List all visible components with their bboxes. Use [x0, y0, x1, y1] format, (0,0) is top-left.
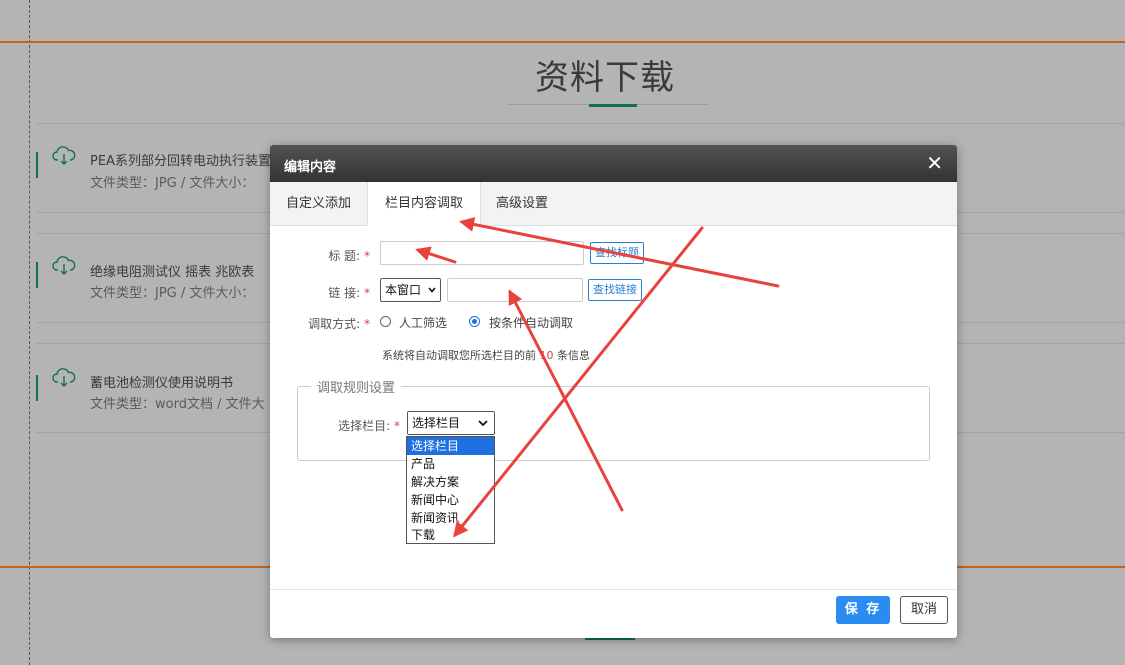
- mode-label-text: 调取方式:: [308, 317, 361, 331]
- column-field-label: 选择栏目: *: [320, 417, 400, 434]
- fetch-info-count: 10: [539, 349, 554, 362]
- tab-column-content[interactable]: 栏目内容调取: [367, 182, 481, 226]
- save-button[interactable]: 保 存: [836, 596, 890, 624]
- link-label-text: 链 接:: [328, 286, 361, 300]
- column-option[interactable]: 下载: [407, 526, 494, 544]
- tab-custom-add[interactable]: 自定义添加: [270, 182, 367, 225]
- fetch-rules-legend: 调取规则设置: [311, 377, 402, 396]
- download-item-meta: 文件类型：JPG / 文件大小：: [90, 286, 255, 301]
- chevron-down-icon: [478, 420, 488, 427]
- row-accent-bar: [36, 375, 38, 401]
- required-mark: *: [364, 317, 370, 331]
- required-mark: *: [364, 286, 370, 300]
- download-item-title[interactable]: PEA系列部分回转电动执行装置: [90, 150, 271, 169]
- find-link-button[interactable]: 查找链接: [588, 279, 642, 301]
- find-title-button[interactable]: 查找标题: [590, 242, 644, 264]
- fetch-info-text: 系统将自动调取您所选栏目的前 10 条信息: [382, 347, 590, 363]
- link-target-value: 本窗口: [385, 283, 422, 297]
- column-select[interactable]: 选择栏目: [407, 411, 495, 435]
- link-target-select[interactable]: 本窗口: [380, 278, 441, 302]
- title-accent: [589, 104, 637, 107]
- dialog-header: 编辑内容 ✕: [270, 145, 957, 182]
- page-title: 资料下载: [535, 58, 675, 98]
- radio-manual-filter-label[interactable]: 人工筛选: [399, 314, 447, 331]
- column-option[interactable]: 新闻中心: [407, 491, 494, 509]
- mode-field-label: 调取方式: *: [290, 315, 370, 332]
- dialog-tabs: 自定义添加 栏目内容调取 高级设置: [270, 182, 957, 226]
- radio-auto-fetch-label[interactable]: 按条件自动调取: [489, 314, 573, 331]
- cloud-download-icon[interactable]: [52, 146, 76, 166]
- column-select-dropdown: 选择栏目 产品 解决方案 新闻中心 新闻资讯 下载: [406, 436, 495, 544]
- column-select-value: 选择栏目: [412, 416, 461, 430]
- column-option[interactable]: 选择栏目: [407, 437, 494, 455]
- section-divider-top: [0, 41, 1125, 43]
- column-label-text: 选择栏目:: [338, 419, 391, 433]
- download-item-meta: 文件类型：JPG / 文件大小：: [90, 176, 255, 191]
- title-label-text: 标 题:: [328, 249, 361, 263]
- fetch-info-prefix: 系统将自动调取您所选栏目的前: [382, 349, 536, 362]
- required-mark: *: [364, 249, 370, 263]
- fetch-info-suffix: 条信息: [557, 349, 590, 362]
- column-option[interactable]: 解决方案: [407, 473, 494, 491]
- column-option[interactable]: 新闻资讯: [407, 509, 494, 527]
- required-mark: *: [394, 419, 400, 433]
- chevron-down-icon: [428, 287, 436, 293]
- edit-content-dialog: 编辑内容 ✕ 自定义添加 栏目内容调取 高级设置 标 题: * 查找标题 链 接…: [270, 145, 957, 638]
- download-item-title[interactable]: 蓄电池检测仪使用说明书: [90, 372, 233, 391]
- row-accent-bar: [36, 262, 38, 288]
- link-field-label: 链 接: *: [290, 284, 370, 301]
- column-option[interactable]: 产品: [407, 455, 494, 473]
- close-icon[interactable]: ✕: [926, 151, 943, 175]
- tab-advanced-settings[interactable]: 高级设置: [480, 182, 564, 225]
- radio-manual-filter[interactable]: [380, 316, 391, 327]
- download-item-meta: 文件类型：word文档 / 文件大: [90, 397, 265, 412]
- link-input[interactable]: [447, 278, 583, 302]
- radio-auto-fetch[interactable]: [469, 316, 480, 327]
- title-input[interactable]: [380, 241, 584, 265]
- title-field-label: 标 题: *: [290, 247, 370, 264]
- download-item-title[interactable]: 绝缘电阻测试仪 摇表 兆欧表: [90, 261, 254, 280]
- row-accent-bar: [36, 152, 38, 178]
- dialog-title: 编辑内容: [284, 160, 337, 175]
- cancel-button[interactable]: 取消: [900, 596, 948, 624]
- dialog-footer-divider: [270, 589, 957, 590]
- cloud-download-icon[interactable]: [52, 368, 76, 388]
- cloud-download-icon[interactable]: [52, 256, 76, 276]
